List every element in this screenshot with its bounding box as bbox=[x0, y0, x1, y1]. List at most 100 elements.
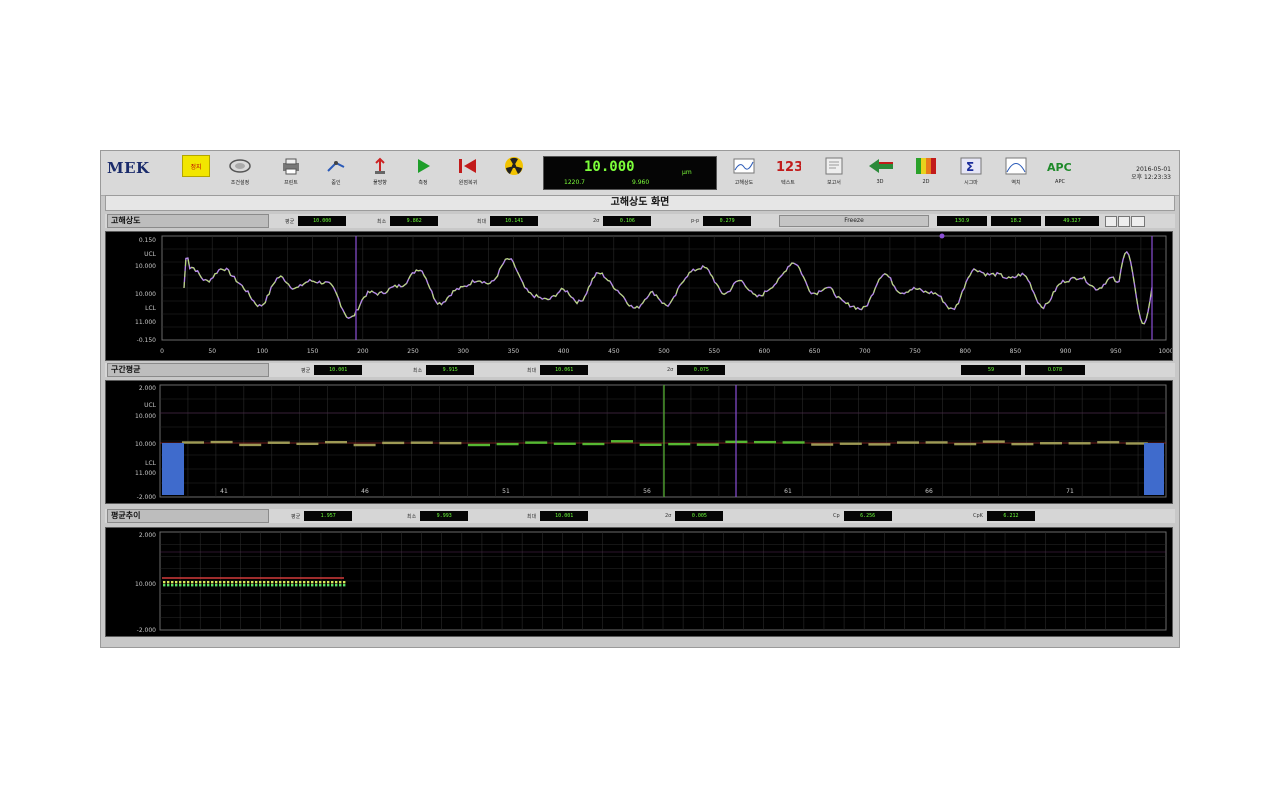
segment-bar bbox=[325, 441, 347, 444]
x-tick-label: 600 bbox=[759, 348, 771, 355]
trend-point bbox=[191, 584, 194, 587]
segment-bar bbox=[839, 442, 862, 445]
trend-point bbox=[175, 584, 178, 587]
trend-point bbox=[247, 584, 250, 587]
trend-point bbox=[291, 584, 294, 587]
window-close-button[interactable] bbox=[1131, 216, 1145, 227]
x-tick-label: 750 bbox=[909, 348, 921, 355]
report-icon bbox=[821, 155, 847, 177]
y-tick-label: 10.000 bbox=[135, 413, 156, 420]
x-tick-label: 800 bbox=[959, 348, 971, 355]
trend-point bbox=[235, 584, 238, 587]
y-tick-label: -2.000 bbox=[137, 494, 157, 501]
trend-mean: 평균 1.957 bbox=[291, 511, 353, 521]
3d-button[interactable]: 3D bbox=[863, 155, 897, 191]
y-tick-label: 2.000 bbox=[139, 532, 156, 539]
sigma-button[interactable]: Σ 시그마 bbox=[954, 155, 988, 191]
condition-settings-button[interactable]: 조건설정 bbox=[223, 155, 257, 191]
x-tick-label: 56 bbox=[643, 488, 651, 495]
x-tick-label: 100 bbox=[257, 348, 269, 355]
trend-point bbox=[203, 581, 206, 584]
stop-button[interactable]: 정지 bbox=[179, 155, 213, 191]
window-restore-button[interactable] bbox=[1118, 216, 1130, 227]
zoom-in-button[interactable]: 줌인 bbox=[319, 155, 353, 191]
x-tick-label: 850 bbox=[1010, 348, 1022, 355]
trend-chart-icon bbox=[731, 155, 757, 177]
direction-button[interactable]: 풀방향 bbox=[363, 155, 397, 191]
segment-bar bbox=[1097, 441, 1120, 444]
trend-point bbox=[271, 581, 274, 584]
text-button[interactable]: 123 텍스트 bbox=[771, 155, 805, 191]
svg-text:APC: APC bbox=[1047, 161, 1072, 174]
trend-point bbox=[319, 584, 322, 587]
high-res-2sigma: 2σ 0.106 bbox=[593, 216, 652, 226]
segment-avg-plot: 2.000 UCL 10.000 10.000 LCL 11.000 -2.000 41 46 5… bbox=[105, 380, 1173, 504]
trend-point bbox=[183, 581, 186, 584]
apc-icon: APC bbox=[1047, 155, 1073, 177]
measure-button[interactable]: 측정 bbox=[406, 155, 440, 191]
print-button[interactable]: 프린트 bbox=[274, 155, 308, 191]
trend-point bbox=[255, 581, 258, 584]
y-tick-label: 11.000 bbox=[135, 470, 156, 477]
segment-mean: 평균 10.001 bbox=[301, 365, 363, 375]
trend-point bbox=[219, 584, 222, 587]
trend-point bbox=[327, 581, 330, 584]
segment-bar bbox=[868, 443, 891, 446]
trend-point bbox=[231, 581, 234, 584]
trend-point bbox=[295, 584, 298, 587]
trend-point bbox=[311, 584, 314, 587]
high-res-pp: p-p 0.279 bbox=[691, 216, 752, 226]
y-tick-label: LCL bbox=[145, 460, 157, 467]
high-res-label: 고해상도 bbox=[107, 214, 269, 228]
threshold-button[interactable]: 역치 bbox=[999, 155, 1033, 191]
x-tick-label: 900 bbox=[1060, 348, 1072, 355]
trend-point bbox=[315, 581, 318, 584]
segment-mini-2: 0.078 bbox=[1025, 365, 1085, 375]
trend-point bbox=[307, 584, 310, 587]
segment-bar bbox=[1068, 442, 1091, 445]
segment-bar bbox=[296, 442, 319, 446]
trend-point bbox=[231, 584, 234, 587]
trend-point bbox=[299, 581, 302, 584]
segment-bar bbox=[1040, 442, 1062, 445]
trend-cpk: CpK 6.212 bbox=[973, 511, 1035, 521]
x-tick-label: 0 bbox=[160, 348, 164, 355]
freeze-button[interactable]: Freeze bbox=[779, 215, 929, 227]
settings-lens-icon bbox=[227, 155, 253, 177]
x-tick-label: 1000 bbox=[1158, 348, 1172, 355]
trend-point bbox=[283, 581, 286, 584]
radiation-button[interactable] bbox=[497, 155, 531, 191]
segment-bar bbox=[897, 441, 919, 444]
trend-point bbox=[171, 584, 174, 587]
trend-point bbox=[223, 581, 226, 584]
trend-point bbox=[339, 581, 342, 584]
y-tick-label: UCL bbox=[144, 402, 157, 409]
2d-button[interactable]: 2D bbox=[909, 155, 943, 191]
x-tick-label: 51 bbox=[502, 488, 510, 495]
trend-point bbox=[207, 584, 210, 587]
high-res-max: 최대 10.141 bbox=[477, 216, 539, 226]
high-res-min: 최소 9.862 bbox=[377, 216, 439, 226]
trend-max: 최대 10.001 bbox=[527, 511, 589, 521]
x-tick-label: 66 bbox=[925, 488, 933, 495]
segment-bar bbox=[353, 443, 376, 447]
trend-point bbox=[179, 584, 182, 587]
x-tick-label: 450 bbox=[608, 348, 620, 355]
trend-point bbox=[275, 584, 278, 587]
sigma-icon: Σ bbox=[958, 155, 984, 177]
y-tick-label: 2.000 bbox=[139, 385, 156, 392]
x-tick-label: 550 bbox=[708, 348, 720, 355]
trend-point bbox=[295, 581, 298, 584]
x-tick-label: 400 bbox=[558, 348, 570, 355]
report-button[interactable]: 보고서 bbox=[817, 155, 851, 191]
high-res-header: 고해상도 평균 10.000 최소 9.862 최대 10.141 2σ 0.106 p… bbox=[105, 214, 1175, 228]
date-time: 2016-05-01 오후 12:23:33 bbox=[1131, 166, 1171, 181]
trend-point bbox=[267, 584, 270, 587]
high-resolution-button[interactable]: 고해상도 bbox=[727, 155, 761, 191]
2d-colormap-icon bbox=[913, 155, 939, 177]
trend-point bbox=[239, 581, 242, 584]
window-scale-button[interactable] bbox=[1105, 216, 1117, 227]
app-window: MEK 정지 조건설정 프린트 줌인 풀방향 측정 원점복귀 10.000 μm… bbox=[100, 150, 1180, 648]
apc-button[interactable]: APC APC bbox=[1043, 155, 1077, 191]
return-origin-button[interactable]: 원점복귀 bbox=[451, 155, 485, 191]
